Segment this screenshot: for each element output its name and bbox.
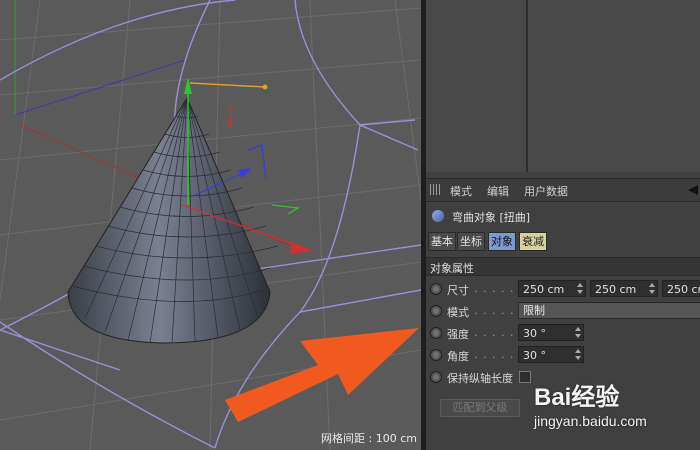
angle-field[interactable]: 30 ° — [518, 346, 584, 363]
keep-length-label: 保持纵轴长度 — [447, 372, 513, 385]
mode-dropdown[interactable]: 限制 — [518, 302, 700, 319]
tab-coord[interactable]: 坐标 — [457, 232, 485, 251]
3d-viewport[interactable]: 网格间距 : 100 cm — [0, 0, 421, 450]
size-z-field[interactable]: 250 cm — [662, 280, 700, 297]
object-title-text: 弯曲对象 [扭曲] — [452, 211, 531, 224]
tab-basic[interactable]: 基本 — [428, 232, 456, 251]
size-anim-radio[interactable] — [430, 283, 442, 295]
annotation-arrow — [225, 328, 419, 422]
strength-anim-radio[interactable] — [430, 327, 442, 339]
size-y-field[interactable]: 250 cm — [590, 280, 658, 297]
size-y-value: 250 cm — [595, 283, 637, 296]
object-manager-panel — [426, 0, 700, 172]
grid-spacing-readout: 网格间距 : 100 cm — [321, 432, 417, 445]
menu-user-data[interactable]: 用户数据 — [524, 183, 568, 199]
section-header: 对象属性 — [426, 257, 700, 276]
tab-object[interactable]: 对象 — [488, 232, 516, 251]
size-label: 尺寸 — [447, 284, 469, 297]
watermark-brand: Bai经验 — [534, 384, 620, 411]
menu-mode[interactable]: 模式 — [450, 183, 472, 199]
back-arrow-icon[interactable] — [688, 185, 698, 195]
mode-anim-radio[interactable] — [430, 305, 442, 317]
strength-label: 强度 — [447, 328, 469, 341]
strength-row: 强度 . . . . . . . 30 ° — [426, 323, 700, 345]
watermark-url: jingyan.baidu.com — [534, 413, 647, 429]
cone-object[interactable] — [67, 96, 279, 344]
viewport-scene — [0, 0, 421, 450]
size-x-field[interactable]: 250 cm — [518, 280, 586, 297]
angle-anim-radio[interactable] — [430, 349, 442, 361]
panel-split[interactable] — [526, 0, 528, 172]
fit-to-parent-button[interactable]: 匹配到父级 — [440, 399, 520, 417]
angle-value: 30 ° — [523, 349, 546, 362]
tab-falloff[interactable]: 衰减 — [519, 232, 547, 251]
menu-edit[interactable]: 编辑 — [487, 183, 509, 199]
keep-length-anim-radio[interactable] — [430, 371, 442, 383]
angle-spinner-icon[interactable] — [575, 349, 581, 360]
watermark: Bai经验 jingyan.baidu.com — [530, 375, 700, 450]
size-x-spinner-icon[interactable] — [577, 283, 583, 294]
world-z-axis — [14, 59, 186, 116]
size-y-spinner-icon[interactable] — [649, 283, 655, 294]
bend-deformer-icon — [432, 210, 444, 222]
mode-label: 模式 — [447, 306, 469, 319]
mode-row: 模式 . . . . . . . 限制 — [426, 301, 700, 323]
size-row: 尺寸 . . . . . . . 250 cm 250 cm 250 cm — [426, 279, 700, 301]
section-title: 对象属性 — [430, 262, 474, 275]
strength-spinner-icon[interactable] — [575, 327, 581, 338]
drag-grip-icon[interactable] — [430, 184, 442, 195]
strength-value: 30 ° — [523, 327, 546, 340]
size-x-value: 250 cm — [523, 283, 565, 296]
size-z-value: 250 cm — [667, 283, 700, 296]
angle-label: 角度 — [447, 350, 469, 363]
angle-row: 角度 . . . . . . . 30 ° — [426, 345, 700, 367]
attribute-menu-bar: 模式 编辑 用户数据 — [426, 178, 700, 202]
strength-field[interactable]: 30 ° — [518, 324, 584, 341]
